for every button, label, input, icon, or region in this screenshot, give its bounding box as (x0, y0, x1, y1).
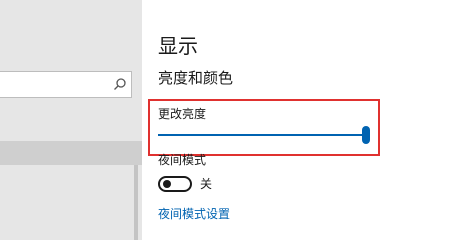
night-mode-toggle-state: 关 (200, 177, 213, 191)
brightness-slider[interactable] (158, 125, 370, 145)
search-box[interactable] (0, 71, 132, 98)
night-mode-toggle[interactable] (158, 176, 192, 192)
search-input[interactable] (0, 72, 118, 97)
brightness-slider-thumb[interactable] (362, 126, 370, 144)
left-navigation-pane (0, 0, 142, 240)
page-title: 显示 (158, 34, 198, 58)
night-mode-settings-link[interactable]: 夜间模式设置 (158, 207, 230, 221)
section-heading-brightness-color: 亮度和颜色 (158, 69, 234, 87)
night-mode-toggle-knob (163, 180, 171, 188)
brightness-label: 更改亮度 (158, 107, 207, 121)
night-mode-label: 夜间模式 (158, 153, 207, 167)
nav-item-selected[interactable] (0, 141, 142, 165)
left-pane-scrollbar[interactable] (134, 165, 138, 240)
brightness-slider-track[interactable] (158, 134, 366, 136)
search-icon[interactable] (113, 77, 127, 91)
